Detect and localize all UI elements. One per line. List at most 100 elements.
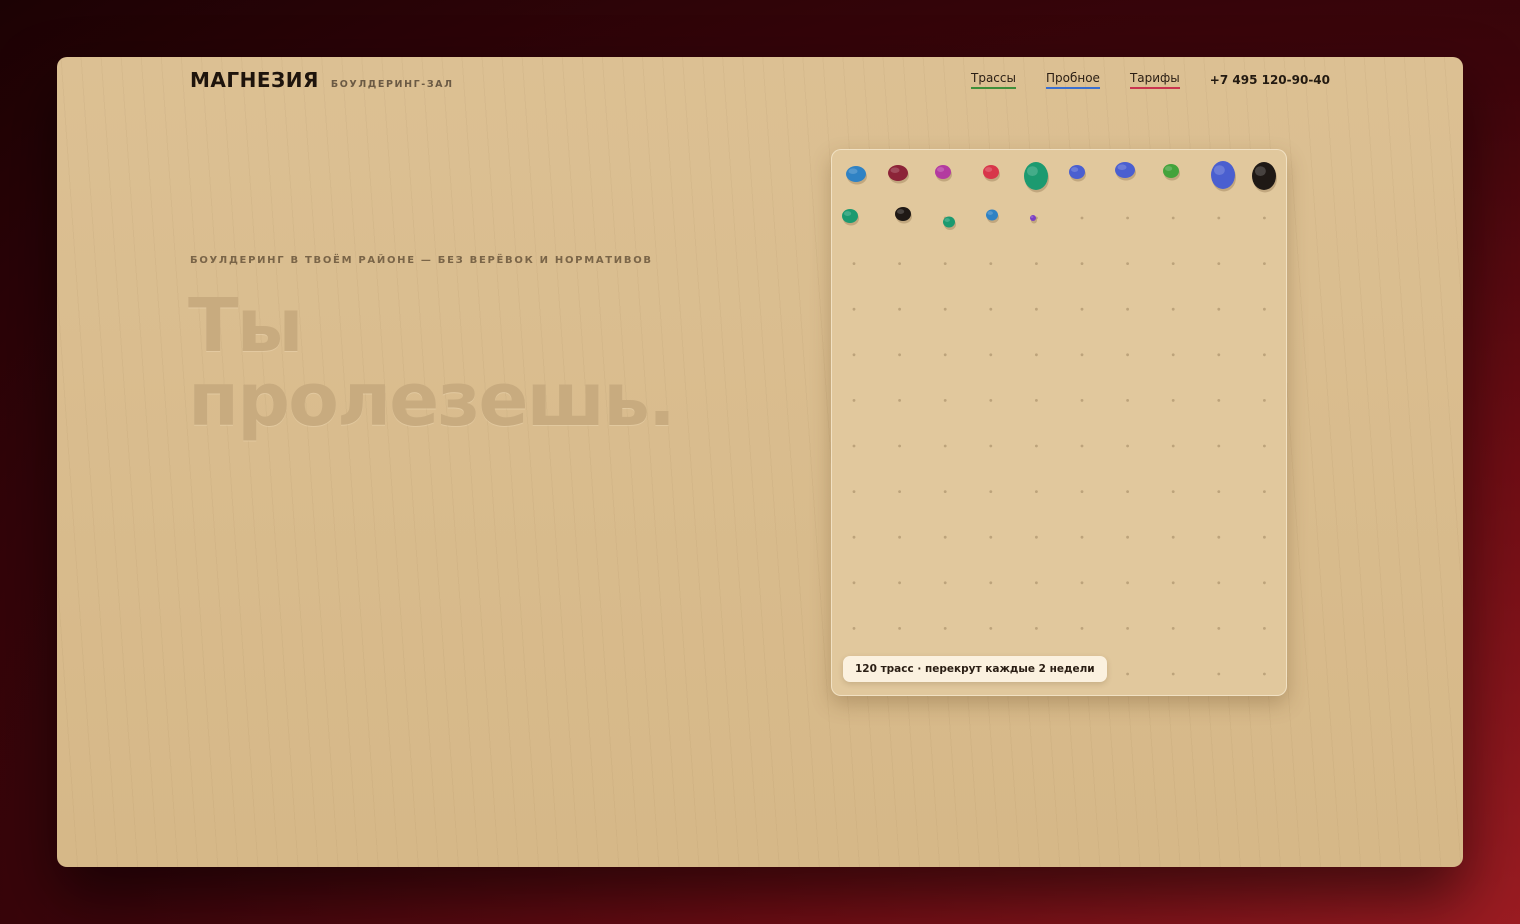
wall-hold bbox=[986, 209, 999, 223]
wall-bolt bbox=[852, 444, 856, 448]
wall-bolt bbox=[989, 490, 993, 493]
wall-bolt bbox=[989, 535, 993, 539]
wall-hold bbox=[1211, 161, 1236, 192]
climbing-wall-illustration bbox=[842, 161, 1277, 676]
wall-bolt bbox=[1080, 581, 1084, 585]
wall-bolt bbox=[898, 262, 901, 265]
wall-bolt bbox=[852, 490, 856, 493]
wall-hold bbox=[1069, 165, 1086, 182]
wall-bolt bbox=[989, 262, 993, 265]
wall-bolt bbox=[989, 399, 993, 402]
wall-bolt bbox=[1126, 262, 1129, 265]
wall-bolt bbox=[1035, 535, 1038, 539]
phone-link[interactable]: +7 495 120-90-40 bbox=[1210, 73, 1330, 87]
wall-bolt bbox=[1080, 490, 1084, 493]
wall-bolt bbox=[1035, 581, 1038, 585]
wall-bolt bbox=[898, 627, 901, 630]
hero-headline-line-1: Ты bbox=[188, 283, 303, 369]
wall-hold bbox=[895, 207, 912, 224]
wall-bolt bbox=[1171, 353, 1175, 357]
wall-bolt bbox=[1171, 262, 1175, 265]
wall-hold bbox=[1163, 164, 1180, 181]
wall-bolt bbox=[1263, 353, 1266, 357]
wall-bolt bbox=[943, 307, 947, 311]
wall-bolt bbox=[852, 262, 856, 265]
wall-bolt bbox=[1263, 490, 1266, 493]
wall-bolt bbox=[1171, 535, 1175, 539]
wall-hold bbox=[842, 209, 859, 226]
wall-bolt bbox=[1035, 444, 1038, 448]
wall-hold bbox=[983, 165, 1000, 182]
wall-bolt bbox=[898, 444, 901, 448]
wall-hold bbox=[1252, 162, 1277, 193]
wall-bolt bbox=[1035, 262, 1038, 265]
wall-bolt bbox=[1217, 353, 1221, 357]
wall-bolt bbox=[1126, 581, 1129, 585]
wall-bolt bbox=[1217, 262, 1221, 265]
wall-bolt bbox=[1080, 627, 1084, 630]
wall-bolt bbox=[1080, 307, 1084, 311]
wall-bolt bbox=[1171, 627, 1175, 630]
wall-bolt bbox=[1217, 672, 1221, 676]
app-window: МАГНЕЗИЯ БОУЛДЕРИНГ-ЗАЛ Трассы Пробное Т… bbox=[57, 57, 1463, 867]
wall-bolt bbox=[943, 581, 947, 585]
hero-tagline: БОУЛДЕРИНГ В ТВОЁМ РАЙОНЕ — БЕЗ ВЕРЁВОК … bbox=[190, 255, 653, 266]
brand-logo[interactable]: МАГНЕЗИЯ bbox=[190, 68, 319, 92]
wall-bolt bbox=[1217, 399, 1221, 402]
wall-bolt bbox=[1217, 216, 1221, 220]
wall-bolt bbox=[1126, 307, 1129, 311]
wall-bolt bbox=[1171, 216, 1175, 220]
wall-bolt bbox=[1035, 307, 1038, 311]
wall-bolt bbox=[1171, 672, 1175, 676]
wall-hold bbox=[1115, 162, 1136, 181]
hero-headline: Ты пролезешь. bbox=[188, 283, 676, 443]
wall-bolt bbox=[1263, 262, 1266, 265]
wall-bolt bbox=[1171, 581, 1175, 585]
nav-link-routes[interactable]: Трассы bbox=[971, 71, 1016, 89]
wall-bolt bbox=[1035, 627, 1038, 630]
top-nav: Трассы Пробное Тарифы +7 495 120-90-40 bbox=[971, 71, 1330, 89]
wall-bolt bbox=[1126, 353, 1129, 357]
wall-bolt bbox=[852, 353, 856, 357]
wall-hold bbox=[846, 166, 867, 185]
wall-bolt bbox=[989, 307, 993, 311]
climbing-wall-panel: 120 трасс · перекрут каждые 2 недели bbox=[831, 149, 1287, 696]
wall-bolt bbox=[1126, 444, 1129, 448]
wall-bolt bbox=[898, 399, 901, 402]
brand[interactable]: МАГНЕЗИЯ БОУЛДЕРИНГ-ЗАЛ bbox=[190, 68, 454, 92]
wall-bolt bbox=[1263, 399, 1266, 402]
wall-bolt bbox=[943, 444, 947, 448]
wall-bolt bbox=[852, 581, 856, 585]
routes-badge: 120 трасс · перекрут каждые 2 недели bbox=[843, 656, 1107, 682]
wall-hold bbox=[888, 165, 909, 184]
wall-bolt bbox=[943, 262, 947, 265]
wall-bolt bbox=[1263, 444, 1266, 448]
wall-bolt bbox=[1263, 581, 1266, 585]
wall-bolt bbox=[852, 627, 856, 630]
wall-bolt bbox=[1126, 399, 1129, 402]
wall-bolt bbox=[989, 627, 993, 630]
wall-bolt bbox=[1080, 353, 1084, 357]
wall-bolt bbox=[989, 353, 993, 357]
wall-hold bbox=[943, 216, 956, 230]
nav-link-pricing[interactable]: Тарифы bbox=[1129, 71, 1180, 89]
wall-bolt bbox=[898, 490, 901, 493]
wall-bolt bbox=[1126, 490, 1129, 493]
wall-bolt bbox=[1080, 262, 1084, 265]
wall-bolt bbox=[1217, 307, 1221, 311]
wall-bolt bbox=[852, 307, 856, 311]
wall-bolt bbox=[1035, 353, 1038, 357]
wall-bolt bbox=[1080, 535, 1084, 539]
wall-bolt bbox=[898, 307, 901, 311]
wall-bolt bbox=[989, 581, 993, 585]
wall-bolt bbox=[943, 627, 947, 630]
nav-link-trial[interactable]: Пробное bbox=[1045, 71, 1100, 89]
wall-bolt bbox=[1126, 627, 1129, 630]
wall-bolt bbox=[1263, 216, 1266, 220]
hero-headline-line-2: пролезешь. bbox=[188, 357, 676, 443]
wall-bolt bbox=[898, 581, 901, 585]
wall-bolt bbox=[943, 535, 947, 539]
wall-bolt bbox=[1217, 490, 1221, 493]
wall-bolt bbox=[1171, 399, 1175, 402]
wall-bolt bbox=[1126, 216, 1129, 220]
